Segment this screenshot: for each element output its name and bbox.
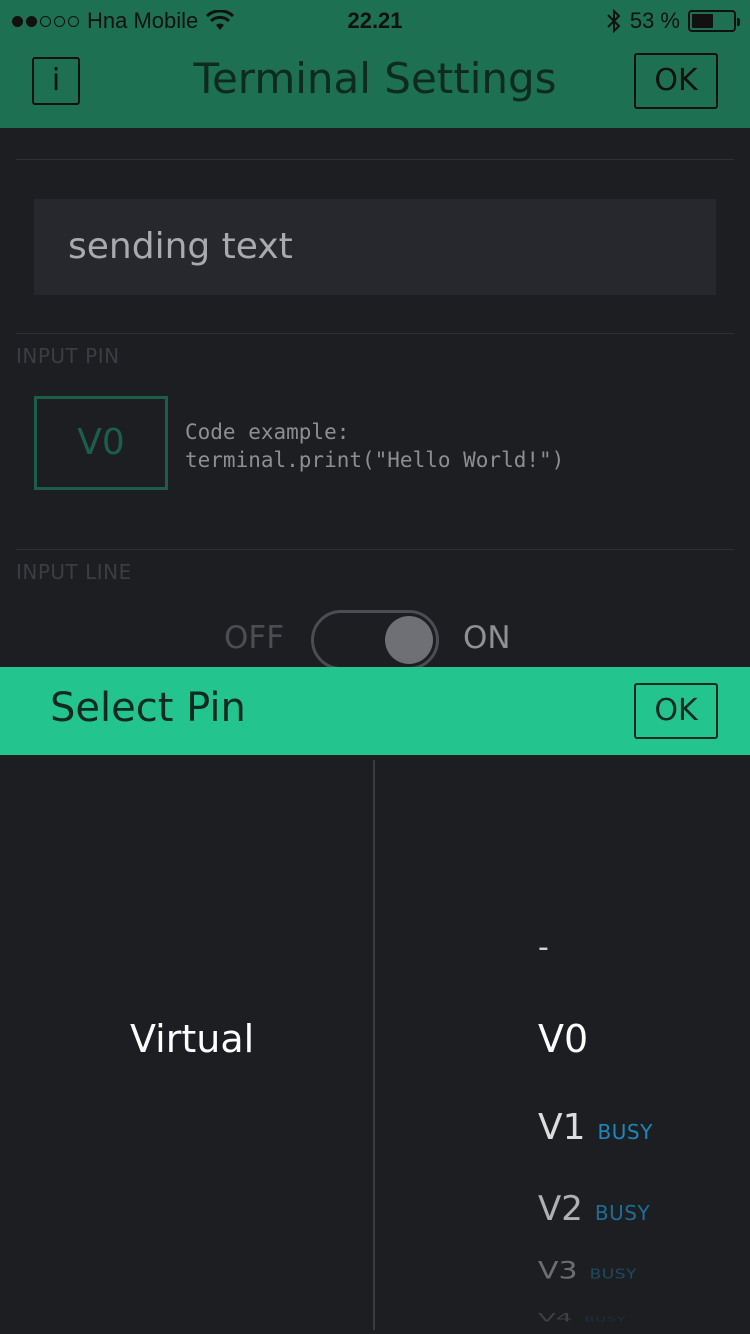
battery-icon [688,10,740,32]
pin-option-label: V1 [538,1107,586,1148]
busy-badge: BUSY [594,1201,651,1225]
busy-badge: BUSY [597,1120,653,1144]
top-nav-bar: i Terminal Settings OK [0,40,750,128]
bluetooth-icon [607,9,621,33]
busy-badge: BUSY [589,1266,637,1283]
status-right: 53 % [606,8,740,34]
toggle-off-label: OFF [224,620,285,656]
pin-option[interactable]: V2 BUSY [538,1189,650,1229]
pin-option-selected[interactable]: V0 [538,1017,588,1061]
pin-option[interactable]: - [538,930,549,965]
pin-option-label: V4 [538,1311,573,1325]
settings-panel: sending text INPUT PIN V0 Code example: … [0,128,750,670]
pin-option[interactable]: V3 BUSY [538,1257,637,1285]
battery-fill [692,14,713,28]
picker-divider [373,760,375,1330]
select-pin-header: Select Pin OK [0,667,750,755]
pin-type-option[interactable]: Virtual [130,1017,254,1061]
status-bar: Hna Mobile 22.21 53 % [0,0,750,40]
pin-option-label: V2 [538,1189,583,1229]
busy-badge: BUSY [584,1315,627,1324]
divider [16,549,734,550]
toggle-on-label: ON [463,620,511,656]
divider [16,159,734,160]
pin-option[interactable]: V4 BUSY [538,1311,626,1325]
sending-text-field[interactable]: sending text [34,199,716,295]
pin-option-label: V3 [538,1257,578,1285]
code-example: Code example: terminal.print("Hello Worl… [185,420,565,472]
pin-option-label: - [538,930,549,965]
input-pin-label: INPUT PIN [16,344,120,368]
pin-option[interactable]: V1 BUSY [538,1107,653,1148]
divider [16,333,734,334]
input-line-label: INPUT LINE [16,560,132,584]
input-pin-selector[interactable]: V0 [34,396,168,490]
select-pin-title: Select Pin [50,685,246,731]
select-pin-ok-button[interactable]: OK [634,683,718,739]
pin-option-label: V0 [538,1017,589,1061]
input-line-toggle[interactable] [311,610,439,670]
ok-button[interactable]: OK [634,53,718,109]
pin-picker[interactable]: Virtual - V0 V1 BUSY V2 BUSY V3 BUSY V4 … [0,755,750,1334]
battery-percent: 53 % [629,8,680,33]
toggle-knob[interactable] [385,616,433,664]
